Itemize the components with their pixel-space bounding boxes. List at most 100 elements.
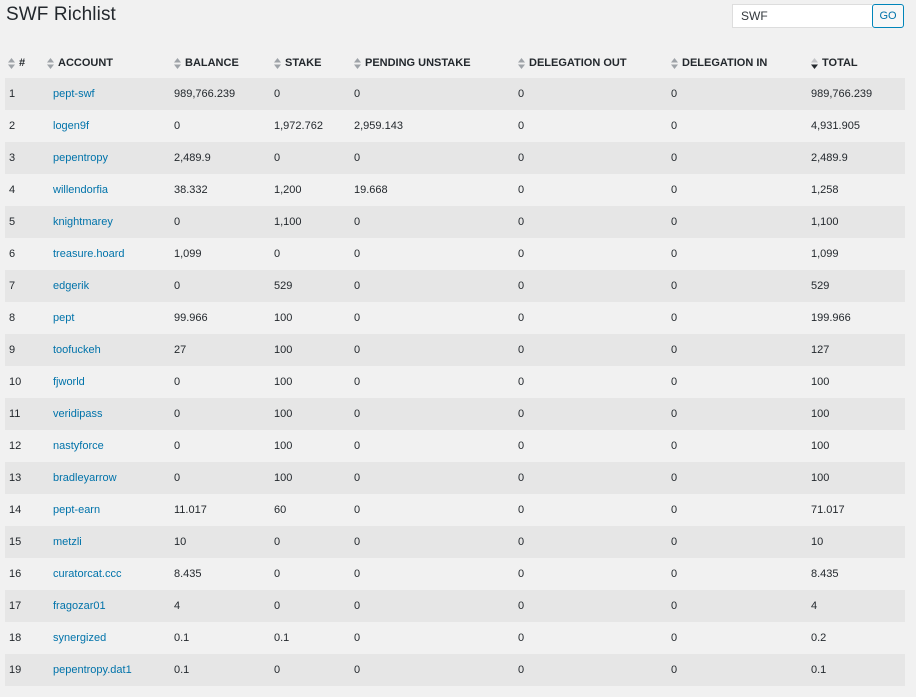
account-link[interactable]: logen9f	[53, 120, 89, 132]
cell-rank: 4	[5, 174, 45, 206]
account-link[interactable]: treasure.hoard	[53, 248, 125, 260]
cell-balance: 0	[172, 398, 269, 430]
cell-pending-unstake: 0	[352, 366, 516, 398]
cell-rank: 1	[5, 78, 45, 110]
cell-delegation-in: 0	[669, 558, 808, 590]
cell-stake: 0	[269, 238, 352, 270]
cell-delegation-in: 0	[669, 398, 808, 430]
account-link[interactable]: fjworld	[53, 376, 85, 388]
cell-delegation-in: 0	[669, 526, 808, 558]
table-row: 6 treasure.hoard 1,099 0 0 0 0 1,099	[5, 238, 905, 270]
cell-account: pept-swf	[45, 78, 172, 110]
cell-stake: 0	[269, 558, 352, 590]
cell-rank: 11	[5, 398, 45, 430]
table-row: 17 fragozar01 4 0 0 0 0 4	[5, 590, 905, 622]
table-row: 4 willendorfia 38.332 1,200 19.668 0 0 1,258	[5, 174, 905, 206]
cell-account: pepentropy	[45, 142, 172, 174]
cell-delegation-out: 0	[516, 430, 669, 462]
cell-pending-unstake: 0	[352, 558, 516, 590]
cell-account: pepentropy.dat1	[45, 654, 172, 686]
cell-rank: 8	[5, 302, 45, 334]
table-row: 7 edgerik 0 529 0 0 0 529	[5, 270, 905, 302]
account-link[interactable]: pepentropy	[53, 152, 108, 164]
cell-stake: 100	[269, 366, 352, 398]
go-button[interactable]: GO	[872, 4, 904, 28]
cell-total: 4	[808, 590, 905, 622]
column-header-total[interactable]: TOTAL	[808, 48, 905, 78]
account-link[interactable]: nastyforce	[53, 440, 104, 452]
cell-stake: 0	[269, 526, 352, 558]
cell-total: 529	[808, 270, 905, 302]
cell-total: 71.017	[808, 494, 905, 526]
account-link[interactable]: metzli	[53, 536, 82, 548]
cell-total: 2,489.9	[808, 142, 905, 174]
sort-desc-icon	[811, 57, 819, 69]
cell-rank: 5	[5, 206, 45, 238]
column-header-stake[interactable]: STAKE	[269, 48, 352, 78]
cell-delegation-out: 0	[516, 206, 669, 238]
column-header-delegation-in[interactable]: DELEGATION IN	[669, 48, 808, 78]
column-header-balance[interactable]: BALANCE	[172, 48, 269, 78]
sort-both-icon	[671, 57, 679, 69]
cell-rank: 15	[5, 526, 45, 558]
token-search-input[interactable]	[732, 4, 872, 28]
cell-pending-unstake: 2,959.143	[352, 110, 516, 142]
account-link[interactable]: curatorcat.ccc	[53, 568, 121, 580]
cell-delegation-out: 0	[516, 78, 669, 110]
account-link[interactable]: pepentropy.dat1	[53, 664, 132, 676]
cell-rank: 17	[5, 590, 45, 622]
cell-pending-unstake: 19.668	[352, 174, 516, 206]
cell-account: treasure.hoard	[45, 238, 172, 270]
cell-pending-unstake: 0	[352, 270, 516, 302]
account-link[interactable]: synergized	[53, 632, 106, 644]
cell-total: 8.435	[808, 558, 905, 590]
cell-stake: 100	[269, 398, 352, 430]
cell-delegation-out: 0	[516, 558, 669, 590]
cell-delegation-in: 0	[669, 334, 808, 366]
cell-total: 199.966	[808, 302, 905, 334]
cell-pending-unstake: 0	[352, 590, 516, 622]
sort-both-icon	[47, 57, 55, 69]
cell-delegation-in: 0	[669, 462, 808, 494]
cell-stake: 1,972.762	[269, 110, 352, 142]
cell-balance: 0.1	[172, 622, 269, 654]
account-link[interactable]: veridipass	[53, 408, 103, 420]
cell-account: toofuckeh	[45, 334, 172, 366]
cell-rank: 19	[5, 654, 45, 686]
account-link[interactable]: bradleyarrow	[53, 472, 117, 484]
account-link[interactable]: willendorfia	[53, 184, 108, 196]
column-header-account[interactable]: ACCOUNT	[45, 48, 172, 78]
cell-delegation-in: 0	[669, 494, 808, 526]
cell-rank: 14	[5, 494, 45, 526]
cell-total: 989,766.239	[808, 78, 905, 110]
column-header-pending-unstake[interactable]: PENDING UNSTAKE	[352, 48, 516, 78]
cell-account: veridipass	[45, 398, 172, 430]
account-link[interactable]: knightmarey	[53, 216, 113, 228]
account-link[interactable]: fragozar01	[53, 600, 106, 612]
account-link[interactable]: toofuckeh	[53, 344, 101, 356]
cell-total: 100	[808, 366, 905, 398]
cell-delegation-in: 0	[669, 366, 808, 398]
cell-delegation-in: 0	[669, 238, 808, 270]
cell-account: pept	[45, 302, 172, 334]
cell-stake: 1,200	[269, 174, 352, 206]
cell-total: 1,258	[808, 174, 905, 206]
page-title: SWF Richlist	[6, 4, 116, 25]
column-header-rank[interactable]: #	[5, 48, 45, 78]
account-link[interactable]: pept	[53, 312, 74, 324]
table-row: 8 pept 99.966 100 0 0 0 199.966	[5, 302, 905, 334]
cell-total: 100	[808, 430, 905, 462]
account-link[interactable]: pept-earn	[53, 504, 100, 516]
cell-delegation-in: 0	[669, 270, 808, 302]
cell-delegation-out: 0	[516, 622, 669, 654]
cell-delegation-out: 0	[516, 110, 669, 142]
cell-delegation-in: 0	[669, 654, 808, 686]
cell-balance: 10	[172, 526, 269, 558]
cell-total: 0.1	[808, 654, 905, 686]
cell-delegation-out: 0	[516, 270, 669, 302]
cell-stake: 0.1	[269, 622, 352, 654]
account-link[interactable]: pept-swf	[53, 88, 95, 100]
table-body: 1 pept-swf 989,766.239 0 0 0 0 989,766.239 2 loge…	[5, 78, 905, 686]
account-link[interactable]: edgerik	[53, 280, 89, 292]
column-header-delegation-out[interactable]: DELEGATION OUT	[516, 48, 669, 78]
